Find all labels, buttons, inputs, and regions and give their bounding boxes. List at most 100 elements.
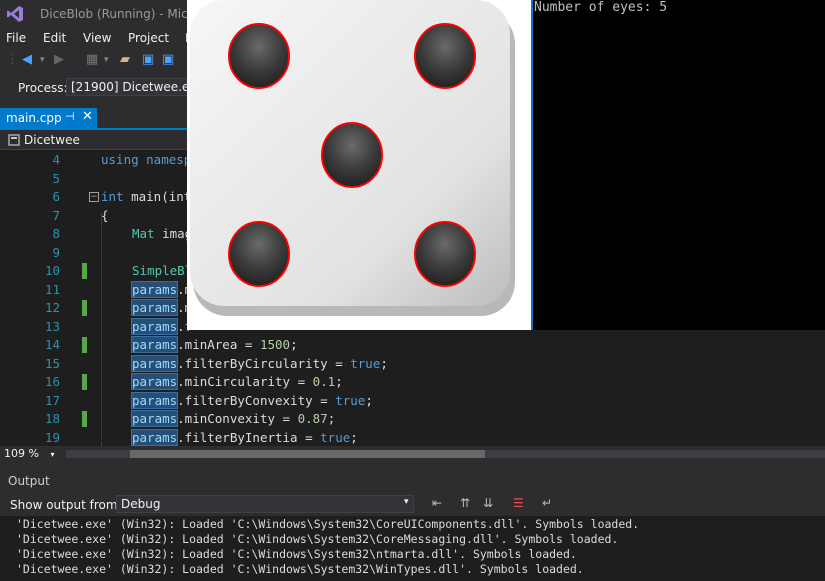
- code-end: ;: [327, 411, 336, 426]
- code-line: SimpleBl: [132, 263, 192, 278]
- code-member: .minCircularity =: [177, 374, 313, 389]
- code-value: true: [335, 393, 366, 408]
- line-number: 14: [44, 337, 60, 352]
- output-line: 'Dicetwee.exe' (Win32): Loaded 'C:\Windo…: [16, 547, 577, 561]
- output-line: 'Dicetwee.exe' (Win32): Loaded 'C:\Windo…: [16, 562, 584, 576]
- dice-image: [187, 0, 531, 330]
- line-number: 8: [52, 226, 60, 241]
- code-end: ;: [380, 356, 388, 371]
- code-line: params.m: [130, 299, 192, 316]
- collapse-icon[interactable]: −: [89, 192, 99, 202]
- line-number: 15: [44, 356, 60, 371]
- code-highlight: params: [130, 281, 179, 298]
- code-text: using namesp: [101, 152, 192, 167]
- code-line: params.minConvexity = 0.87;: [130, 410, 336, 427]
- code-line: params.minArea = 1500;: [130, 336, 298, 353]
- find-message-icon[interactable]: ⇤: [432, 496, 446, 510]
- code-member: .minArea =: [177, 337, 260, 352]
- process-select[interactable]: [21900] Dicetwee.exe: [66, 78, 192, 96]
- code-highlight: params: [130, 355, 179, 372]
- die-pip: [228, 221, 290, 287]
- menu-file[interactable]: File: [6, 31, 26, 45]
- code-highlight: params: [130, 299, 179, 316]
- output-source-select[interactable]: Debug: [116, 495, 414, 513]
- scope-dropdown[interactable]: Dicetwee: [24, 133, 80, 147]
- previous-message-icon[interactable]: ⇈: [460, 496, 474, 510]
- code-highlight: params: [130, 336, 179, 353]
- menu-view[interactable]: View: [83, 31, 111, 45]
- new-project-icon[interactable]: ▦: [86, 53, 98, 67]
- save-all-icon[interactable]: ▣: [162, 53, 174, 67]
- console-window[interactable]: [531, 0, 825, 330]
- code-keyword: int: [101, 189, 124, 204]
- code-value: 0.87: [297, 411, 328, 426]
- code-value: 0.1: [312, 374, 336, 389]
- line-number: 10: [44, 263, 60, 278]
- code-highlight: params: [130, 410, 179, 427]
- console-output: Number of eyes: 5: [534, 0, 668, 15]
- change-marker: [82, 374, 87, 390]
- code-text: main(int: [123, 189, 192, 204]
- code-line: params.filterByConvexity = true;: [130, 392, 373, 409]
- code-member: .filterByInertia =: [177, 430, 321, 445]
- change-marker: [82, 300, 87, 316]
- back-dropdown-icon[interactable]: ▾: [40, 53, 45, 67]
- menu-project[interactable]: Project: [128, 31, 169, 45]
- line-number: 13: [44, 319, 60, 334]
- die-pip: [414, 221, 476, 287]
- line-number: 12: [44, 300, 60, 315]
- code-highlight: params: [130, 318, 179, 335]
- visual-studio-icon: [7, 6, 23, 22]
- output-text[interactable]: 'Dicetwee.exe' (Win32): Loaded 'C:\Windo…: [0, 516, 825, 581]
- code-line: int main(int: [101, 189, 191, 204]
- code-line: params.m: [130, 281, 192, 298]
- code-value: 1500: [259, 337, 291, 352]
- code-end: ;: [350, 430, 358, 445]
- line-number: 6: [52, 189, 60, 204]
- code-line: params.f: [130, 318, 192, 335]
- code-line: params.filterByCircularity = true;: [130, 355, 388, 372]
- output-line: 'Dicetwee.exe' (Win32): Loaded 'C:\Windo…: [16, 517, 640, 531]
- line-number: 16: [44, 374, 60, 389]
- process-label: Process:: [18, 81, 68, 95]
- clear-all-icon[interactable]: ☰: [513, 496, 527, 510]
- outline-guide: [101, 213, 102, 446]
- code-line: Mat imag: [132, 226, 192, 241]
- save-icon[interactable]: ▣: [142, 53, 154, 67]
- line-number: 17: [44, 393, 60, 408]
- code-member: .filterByConvexity =: [177, 393, 336, 408]
- pin-icon[interactable]: ⊣: [65, 110, 75, 123]
- output-line: 'Dicetwee.exe' (Win32): Loaded 'C:\Windo…: [16, 532, 619, 546]
- new-dropdown-icon[interactable]: ▾: [104, 53, 109, 67]
- menu-edit[interactable]: Edit: [43, 31, 66, 45]
- die-pip: [321, 122, 383, 188]
- line-number: 9: [52, 245, 60, 260]
- navigate-forward-icon[interactable]: ▶: [54, 53, 64, 67]
- open-folder-icon[interactable]: ▰: [120, 53, 130, 67]
- code-line: using namesp: [101, 152, 191, 167]
- scrollbar-thumb[interactable]: [130, 450, 485, 458]
- close-icon[interactable]: ✕: [82, 109, 93, 124]
- code-end: ;: [290, 337, 298, 352]
- die-pip: [414, 23, 476, 89]
- chevron-down-icon: ▾: [404, 497, 409, 507]
- change-marker: [82, 411, 87, 427]
- code-member: .filterByCircularity =: [177, 356, 351, 371]
- code-highlight: params: [130, 429, 179, 446]
- code-line: params.filterByInertia = true;: [130, 429, 358, 446]
- code-highlight: params: [130, 392, 179, 409]
- next-message-icon[interactable]: ⇊: [483, 496, 497, 510]
- navigate-back-icon[interactable]: ◀: [22, 53, 32, 67]
- code-value: true: [350, 356, 381, 371]
- zoom-dropdown[interactable]: 109 % ▾: [4, 447, 62, 461]
- window-title: DiceBlob (Running) - Micros: [40, 7, 206, 21]
- tab-label: main.cpp: [6, 111, 62, 125]
- output-panel-title: Output: [8, 474, 50, 488]
- line-number: 11: [44, 282, 60, 297]
- code-end: ;: [365, 393, 373, 408]
- toggle-word-wrap-icon[interactable]: ↵: [542, 496, 556, 510]
- code-member: .minConvexity =: [177, 411, 298, 426]
- tab-main-cpp[interactable]: main.cpp ⊣ ✕: [0, 108, 97, 128]
- chevron-down-icon: ▾: [50, 450, 55, 459]
- zoom-value: 109 %: [4, 447, 39, 460]
